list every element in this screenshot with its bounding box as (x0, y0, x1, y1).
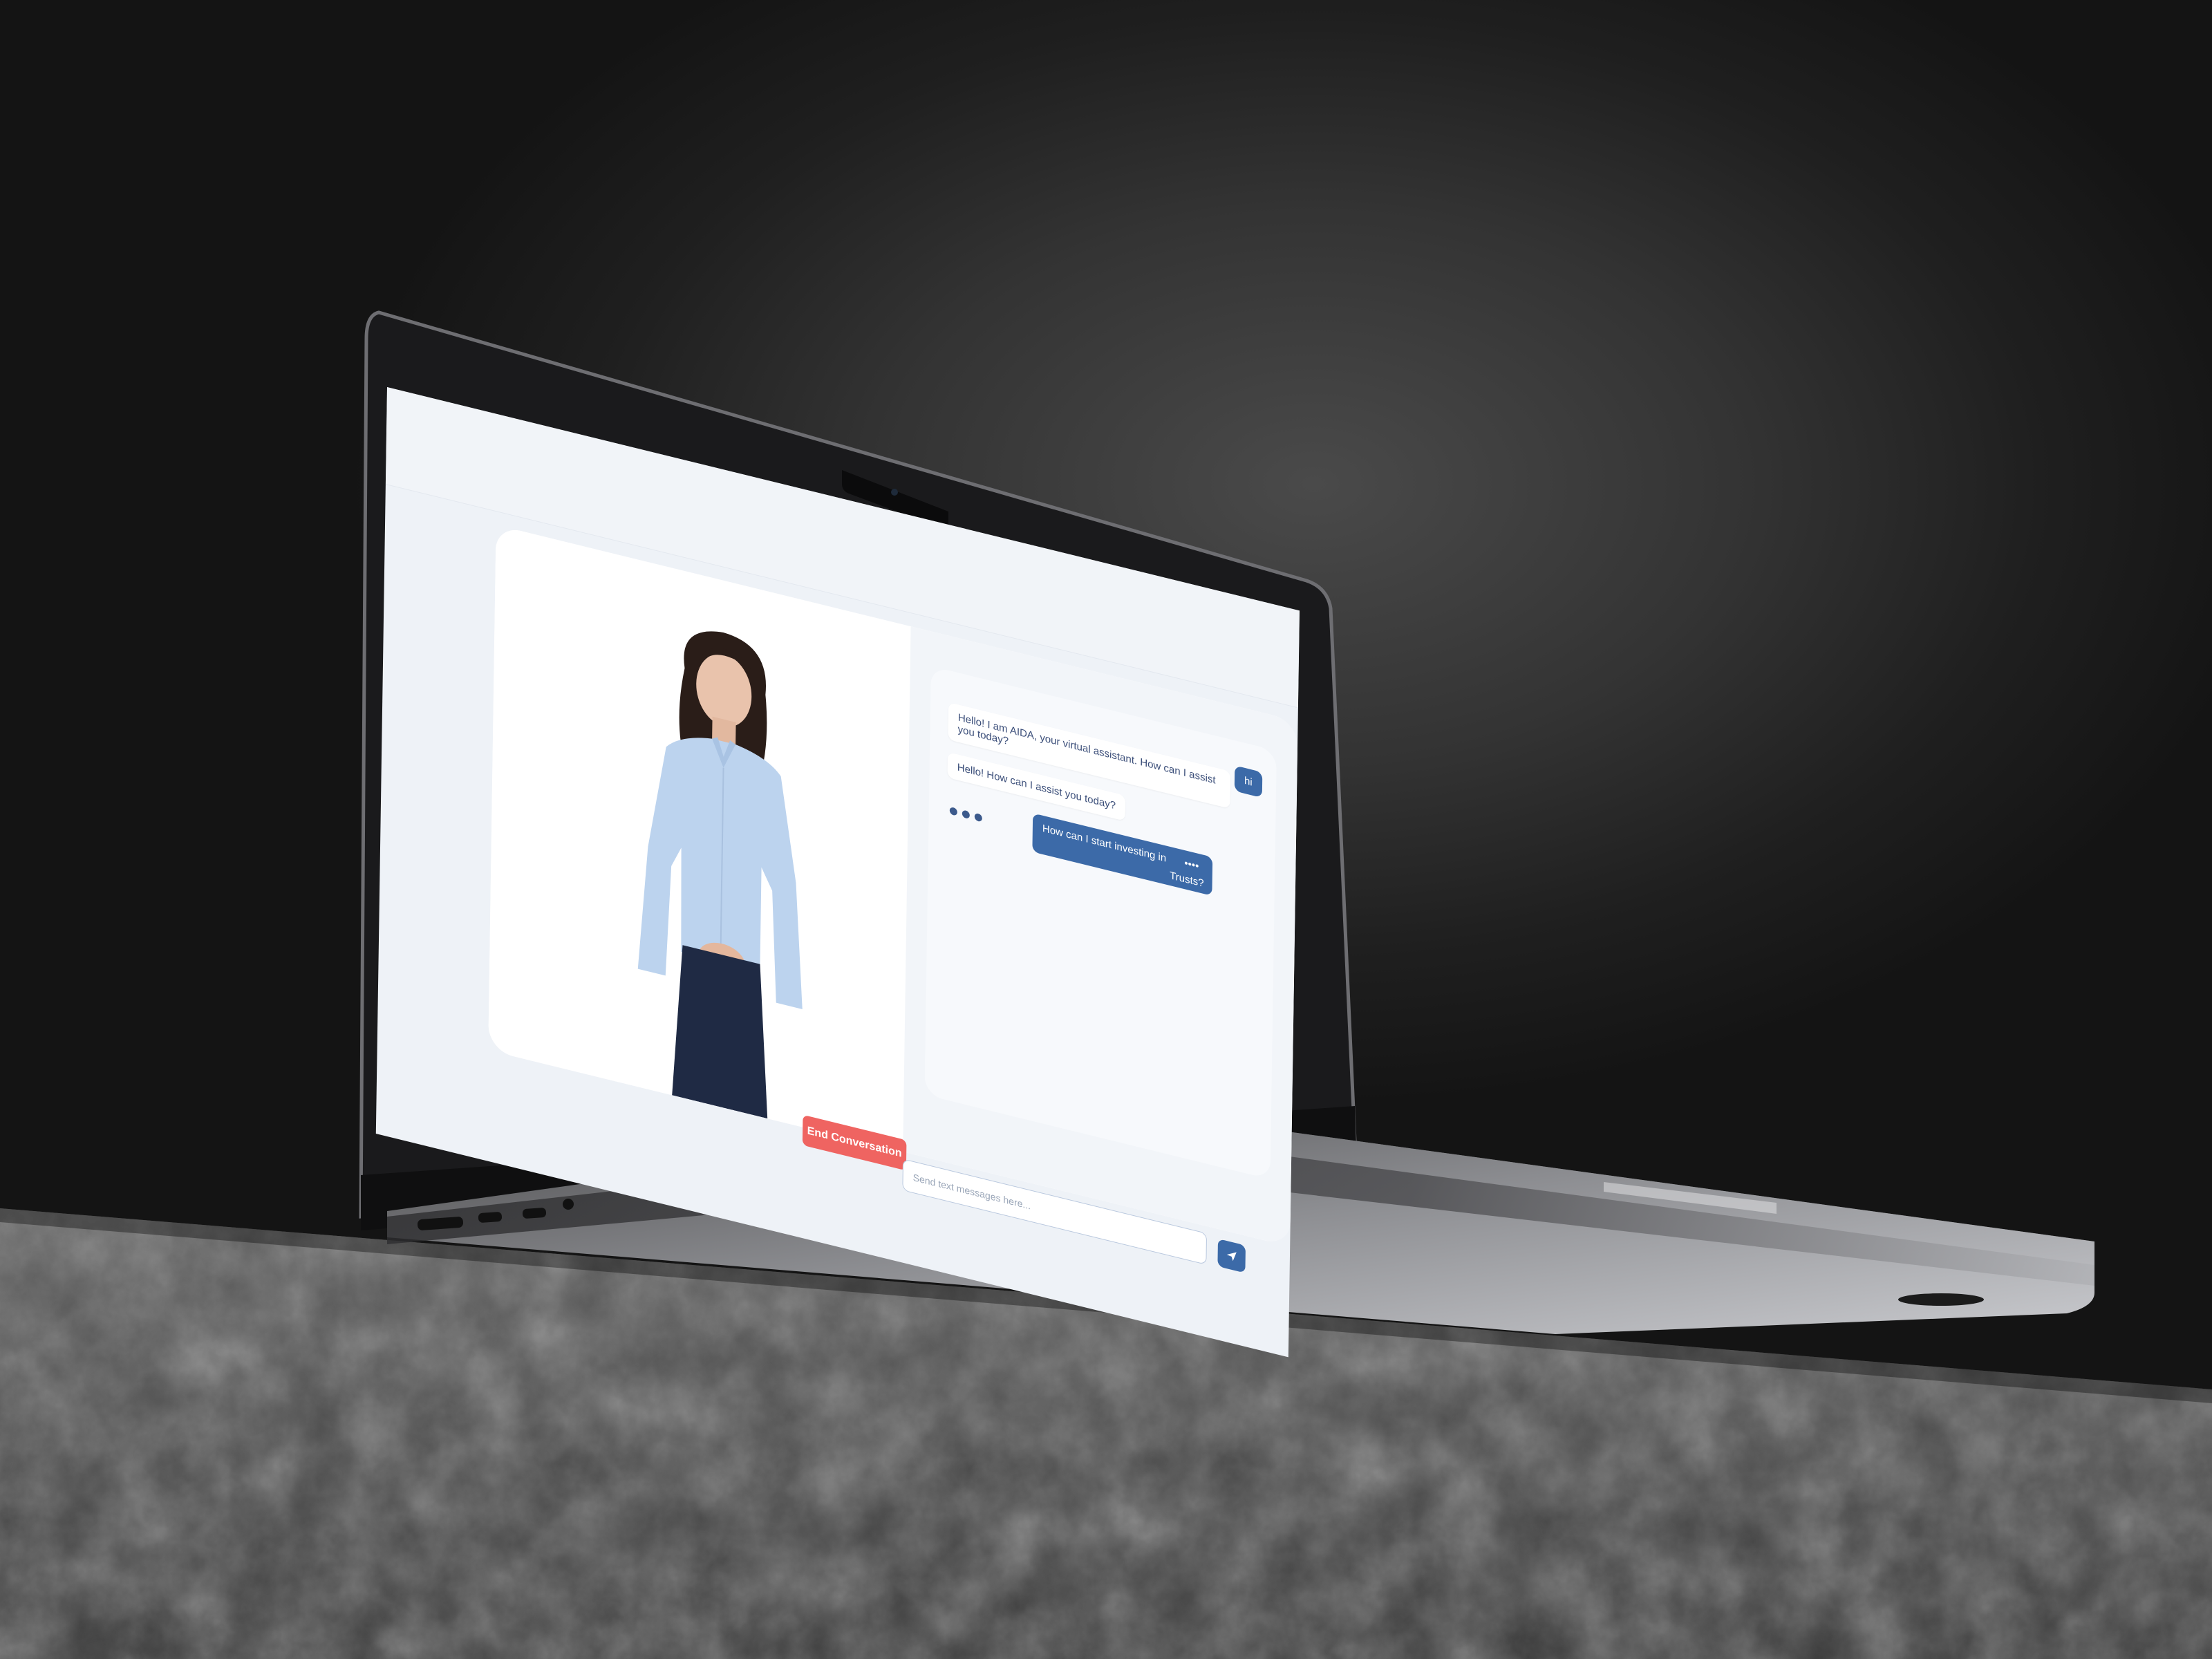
user-message: hi (1234, 765, 1262, 798)
masked-text: •••• (1184, 857, 1199, 873)
typing-dot (974, 812, 982, 823)
typing-indicator (949, 806, 982, 823)
user-message: How can I start investing in •••• Trusts… (1032, 813, 1213, 896)
scene: hi Hello! I am AIDA, your virtual assist… (0, 0, 2212, 1659)
typing-dot (949, 806, 957, 816)
chat-pane: hi Hello! I am AIDA, your virtual assist… (903, 626, 1298, 1247)
user-message-text: How can I start investing in (1042, 822, 1167, 865)
send-button[interactable] (1217, 1238, 1246, 1273)
chat-history[interactable]: hi Hello! I am AIDA, your virtual assist… (924, 666, 1277, 1180)
typing-dot (962, 809, 970, 820)
user-message-tail: Trusts? (1170, 869, 1204, 890)
avatar-video (637, 631, 803, 1119)
avatar-pane (488, 525, 911, 1152)
send-icon (1226, 1252, 1237, 1262)
